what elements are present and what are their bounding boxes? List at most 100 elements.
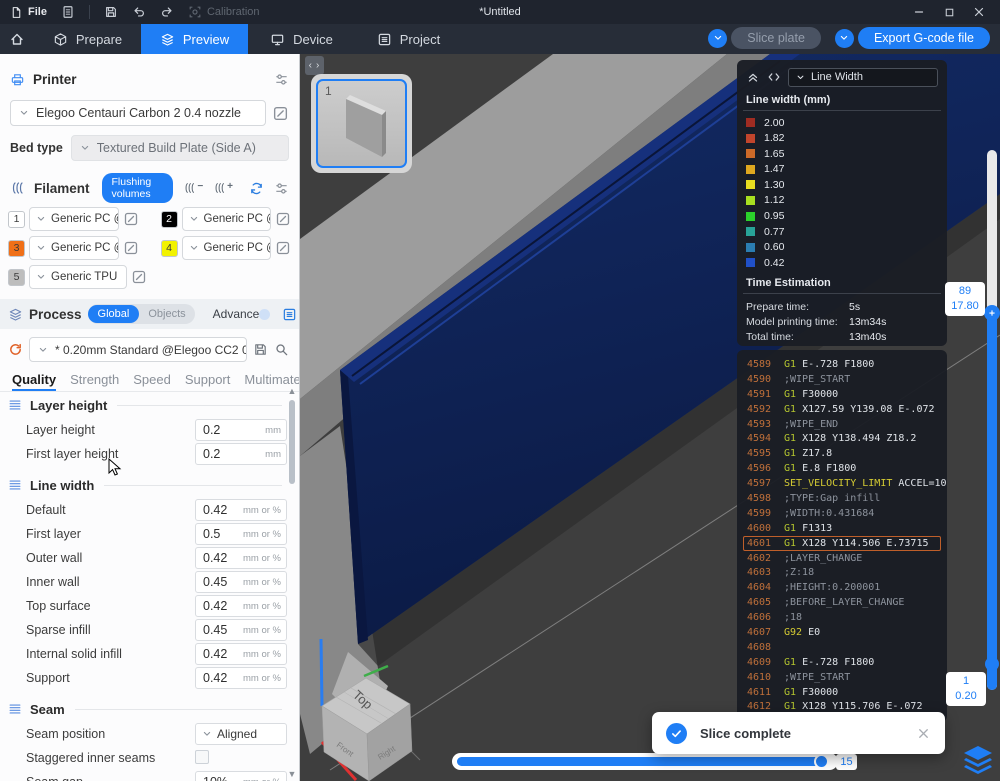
undo-button[interactable]: [132, 5, 146, 19]
settings-scrollbar[interactable]: ▲ ▼: [287, 386, 297, 779]
close-button[interactable]: [968, 1, 990, 23]
remove-filament-button[interactable]: −: [183, 181, 203, 195]
filament-edit-icon[interactable]: [275, 211, 291, 227]
filament-edit-icon[interactable]: [275, 240, 291, 256]
setting-input[interactable]: 0.45 mm or %: [195, 571, 287, 593]
gcode-line[interactable]: 4605 ;BEFORE_LAYER_CHANGE: [743, 595, 941, 610]
setting-input[interactable]: 0.42 mm or %: [195, 499, 287, 521]
setting-input[interactable]: 0.5 mm or %: [195, 523, 287, 545]
setting-input[interactable]: 0.42 mm or %: [195, 667, 287, 689]
process-preset-select[interactable]: * 0.20mm Standard @Elegoo CC2 0...: [29, 337, 247, 362]
search-settings-icon[interactable]: [274, 342, 289, 357]
filament-edit-icon[interactable]: [123, 211, 139, 227]
gcode-line[interactable]: 4596 G1 E.8 F1800: [743, 461, 941, 476]
setting-input[interactable]: 10%mm or %: [195, 771, 287, 781]
gcode-line[interactable]: 4598 ;TYPE:Gap infill: [743, 491, 941, 506]
gcode-line[interactable]: 4600 G1 F1313: [743, 521, 941, 536]
redo-button[interactable]: [160, 5, 174, 19]
file-menu[interactable]: File: [10, 6, 47, 19]
printer-settings-icon[interactable]: [274, 72, 289, 87]
gcode-line[interactable]: 4606 ;18: [743, 610, 941, 625]
gcode-line[interactable]: 4590 ;WIPE_START: [743, 372, 941, 387]
filament-edit-icon[interactable]: [123, 240, 139, 256]
gcode-line[interactable]: 4610 ;WIPE_START: [743, 670, 941, 685]
sidebar-collapse-button[interactable]: ‹ ›: [305, 56, 324, 75]
save-preset-icon[interactable]: [253, 342, 268, 357]
param-list-icon[interactable]: [282, 307, 297, 322]
gcode-viewer-icon[interactable]: [767, 70, 781, 84]
home-button[interactable]: [0, 24, 34, 54]
process-scope-toggle[interactable]: Global Objects: [87, 304, 195, 324]
view-type-select[interactable]: Line Width: [788, 67, 938, 87]
filament-slot-4[interactable]: 4: [160, 239, 178, 257]
setting-input[interactable]: 0.42 mm or %: [195, 547, 287, 569]
setting-input[interactable]: 0.2 mm: [195, 443, 287, 465]
toast-close-icon[interactable]: [916, 726, 931, 741]
export-gcode-button[interactable]: Export G-code file: [857, 27, 990, 49]
export-options-button[interactable]: [834, 28, 854, 48]
filament-select-1[interactable]: Generic PC @E...: [29, 207, 119, 231]
gcode-line[interactable]: 4602 ;LAYER_CHANGE: [743, 551, 941, 566]
gcode-line[interactable]: 4603 ;Z:18: [743, 565, 941, 580]
viewport-3d[interactable]: Top Front Right ‹ › 1 Line Width Line wi…: [300, 54, 1000, 781]
collapse-panel-icon[interactable]: [746, 70, 760, 84]
setting-input[interactable]: 0.42 mm or %: [195, 643, 287, 665]
filament-slot-3[interactable]: 3: [8, 239, 25, 257]
filament-sync-icon[interactable]: [249, 181, 264, 196]
gcode-line[interactable]: 4597SET_VELOCITY_LIMIT ACCEL=10000: [743, 476, 947, 491]
minimize-button[interactable]: [908, 1, 930, 23]
nav-tab-project[interactable]: Project: [355, 24, 462, 54]
nav-tab-device[interactable]: Device: [248, 24, 355, 54]
calibration-button[interactable]: Calibration: [188, 5, 260, 19]
printer-preset-select[interactable]: Elegoo Centauri Carbon 2 0.4 nozzle: [10, 100, 266, 126]
scrollbar-thumb[interactable]: [289, 400, 295, 484]
plate-thumbnail[interactable]: 1: [311, 74, 412, 173]
gcode-line[interactable]: 4592 G1 X127.59 Y139.08 E-.072: [743, 402, 941, 417]
flushing-volumes-button[interactable]: Flushing volumes: [101, 173, 174, 203]
filament-edit-icon[interactable]: [131, 269, 147, 285]
save-button[interactable]: [104, 5, 118, 19]
add-filament-button[interactable]: +: [213, 181, 233, 195]
gcode-line[interactable]: 4609 G1 E-.728 F1800: [743, 655, 941, 670]
slice-options-button[interactable]: [708, 28, 728, 48]
gcode-line[interactable]: 4591 G1 F30000: [743, 387, 941, 402]
filament-settings-icon[interactable]: [274, 181, 289, 196]
gcode-line[interactable]: 4595 G1 Z17.8: [743, 446, 941, 461]
gcode-line[interactable]: 4601 G1 X128 Y114.506 E.73715: [743, 535, 941, 551]
printer-edit-icon[interactable]: [272, 105, 289, 122]
move-slider-handle[interactable]: [814, 754, 829, 769]
maximize-button[interactable]: [938, 1, 960, 23]
nav-tab-prepare[interactable]: Prepare: [34, 24, 141, 54]
gcode-line[interactable]: 4611 G1 F30000: [743, 685, 941, 700]
gcode-line[interactable]: 4594 G1 X128 Y138.494 Z18.2: [743, 431, 941, 446]
setting-checkbox[interactable]: [195, 750, 209, 764]
scope-objects[interactable]: Objects: [139, 305, 194, 323]
gcode-line[interactable]: 4589 G1 E-.728 F1800: [743, 357, 941, 372]
notes-icon[interactable]: [61, 5, 75, 19]
setting-input[interactable]: 0.2 mm: [195, 419, 287, 441]
reset-preset-icon[interactable]: [8, 342, 23, 357]
filament-select-2[interactable]: Generic PC @Ele...: [181, 207, 271, 231]
gcode-panel[interactable]: 4589 G1 E-.728 F1800 4590 ;WIPE_START 4591 G1…: [737, 350, 947, 722]
slice-plate-button[interactable]: Slice plate: [731, 27, 821, 49]
filament-slot-2[interactable]: 2: [160, 210, 178, 228]
scroll-down-arrow[interactable]: ▼: [287, 769, 297, 779]
filament-select-3[interactable]: Generic PC @E...: [29, 236, 119, 260]
layer-slider-top-handle[interactable]: [984, 305, 1000, 321]
scroll-up-arrow[interactable]: ▲: [287, 386, 297, 396]
filament-select-5[interactable]: Generic TPU: [29, 265, 127, 289]
gcode-line[interactable]: 4599 ;WIDTH:0.431684: [743, 506, 941, 521]
move-slider-track[interactable]: [452, 753, 838, 770]
gcode-line[interactable]: 4608: [743, 640, 941, 655]
gcode-line[interactable]: 4607 G92 E0: [743, 625, 941, 640]
layer-slider-bottom-handle[interactable]: [985, 657, 999, 671]
scope-global[interactable]: Global: [87, 305, 140, 323]
setting-input[interactable]: 0.45 mm or %: [195, 619, 287, 641]
setting-input[interactable]: 0.42 mm or %: [195, 595, 287, 617]
filament-slot-1[interactable]: 1: [8, 210, 25, 228]
bed-type-select[interactable]: Textured Build Plate (Side A): [70, 135, 289, 161]
layer-slider-range[interactable]: [987, 312, 997, 690]
setting-select[interactable]: Aligned: [195, 723, 287, 745]
gcode-line[interactable]: 4604 ;HEIGHT:0.200001: [743, 580, 941, 595]
filament-select-4[interactable]: Generic PC @Ele...: [181, 236, 271, 260]
